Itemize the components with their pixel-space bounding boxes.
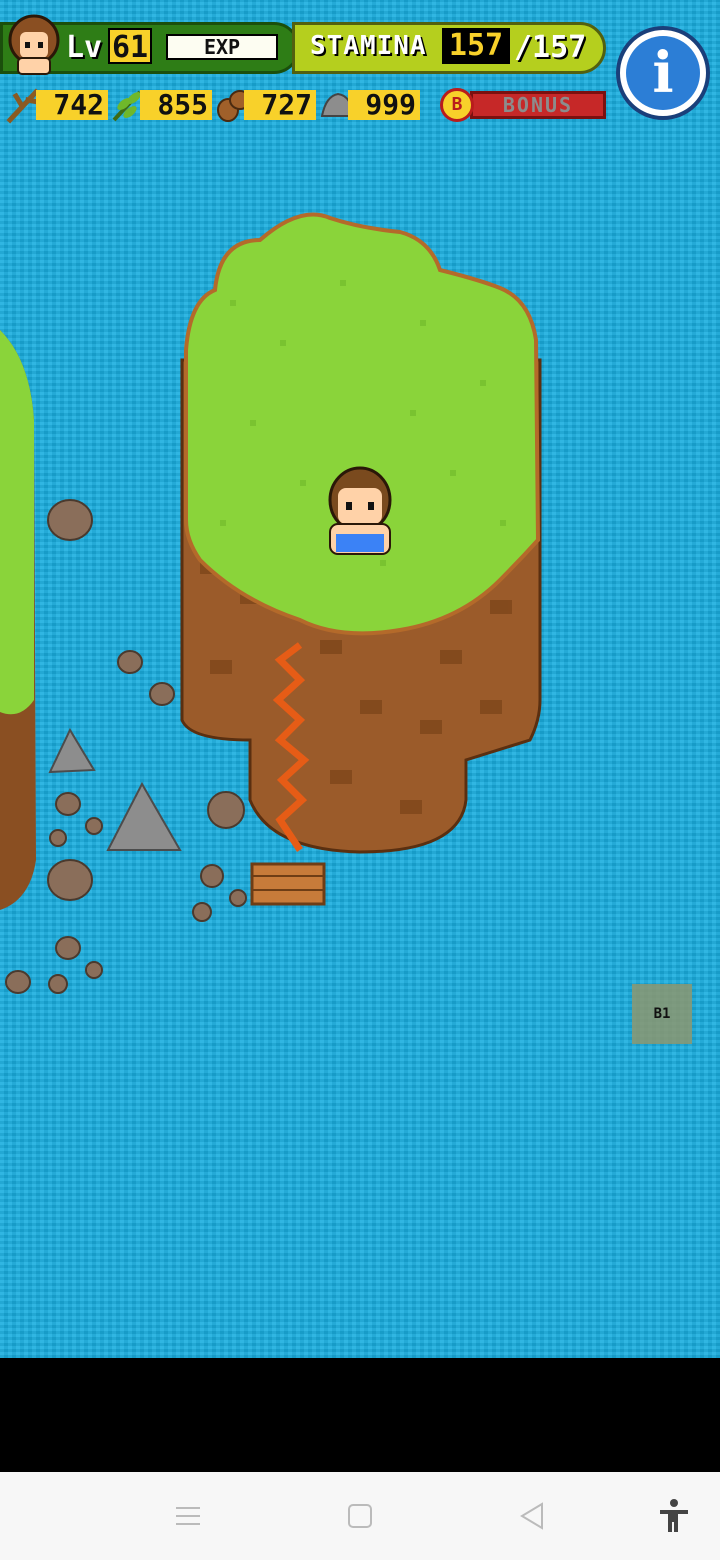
info-button[interactable]: i [616,26,710,120]
stamina-max: /157 [514,30,587,65]
accessibility-icon[interactable] [654,1496,694,1536]
stamina-current: 157 [442,28,510,64]
wooden-bridge[interactable] [250,862,326,906]
bonus-badge-icon: B [440,88,474,122]
stamina-label: STAMINA [310,31,427,61]
game-map[interactable] [0,140,720,1358]
left-island [0,330,36,910]
player-avatar-icon [8,14,60,75]
player-character[interactable] [328,466,392,555]
resource-acorn-value: 727 [244,90,316,120]
level-value: 61 [108,28,152,65]
system-navigation-bar [0,1472,720,1560]
resource-branch-value: 742 [36,90,108,120]
letterbox-bar [0,1358,720,1472]
bonus-button[interactable]: BONUS B [440,88,606,122]
resource-stone: 999 [318,90,420,120]
level-label: Lv [66,30,103,65]
hud: Lv 61 EXP STAMINA 157 /157 i 742 855 727 [0,0,720,140]
resource-herb: 855 [110,90,212,122]
home-square-icon[interactable] [340,1496,380,1536]
info-icon: i [626,36,700,110]
resource-acorn: 727 [214,90,316,122]
floor-label: B1 [632,984,692,1044]
exp-bar: EXP [166,34,278,60]
back-triangle-icon[interactable] [512,1496,552,1536]
resource-stone-value: 999 [348,90,420,120]
resource-branch: 742 [6,88,108,124]
menu-icon[interactable] [168,1496,208,1536]
resource-herb-value: 855 [140,90,212,120]
bonus-label: BONUS [470,91,606,119]
